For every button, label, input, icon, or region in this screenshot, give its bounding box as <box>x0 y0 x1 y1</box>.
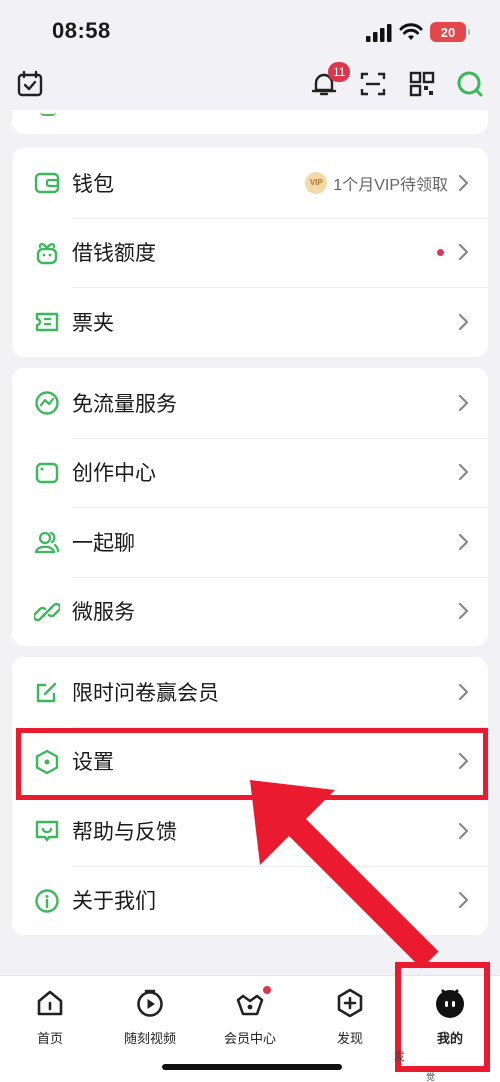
cellular-signal-icon <box>366 24 392 42</box>
menu-item-label: 创作中心 <box>72 462 156 486</box>
tab-label: 随刻视频 <box>123 1031 176 1046</box>
status-bar: 08:58 20 <box>0 0 500 62</box>
menu-item-label: 限时问卷赢会员 <box>72 681 219 705</box>
checkin-calendar-icon[interactable] <box>16 70 44 98</box>
tab-home[interactable]: 首页 <box>0 986 100 1047</box>
help-feedback-icon <box>35 820 59 842</box>
chevron-right-icon <box>458 533 469 550</box>
scan-icon[interactable] <box>359 70 387 98</box>
annotation-arrow-icon <box>250 780 439 969</box>
menu-item-survey[interactable]: 限时问卷赢会员 <box>12 657 488 727</box>
menu-item-data-free[interactable]: 免流量服务 <box>12 368 488 438</box>
video-icon <box>133 986 167 1020</box>
unread-dot <box>437 248 444 256</box>
menu-item-wallet[interactable]: 钱包 VIP 1个月VIP待领取 <box>12 148 488 218</box>
vip-crown-icon <box>233 986 271 1020</box>
search-icon[interactable] <box>456 70 484 98</box>
status-time: 08:58 <box>52 18 111 43</box>
menu-item-label: 借钱额度 <box>72 242 156 266</box>
notification-count-badge: 11 <box>328 62 351 82</box>
data-free-icon <box>35 391 59 415</box>
tab-label: 首页 <box>36 1031 63 1046</box>
menu-item-label: 免流量服务 <box>72 392 177 416</box>
wifi-icon <box>399 23 423 40</box>
survey-icon <box>36 682 57 703</box>
menu-item-label: 帮助与反馈 <box>72 820 177 844</box>
profile-header-toolbar: 11 <box>0 62 500 110</box>
chevron-right-icon <box>458 464 469 481</box>
menu-item-label: 票夹 <box>72 311 114 335</box>
tab-video[interactable]: 随刻视频 <box>100 986 200 1047</box>
home-indicator[interactable] <box>162 1064 342 1070</box>
tab-discover[interactable]: 发现 <box>300 986 400 1047</box>
stray-text: 觉 <box>426 1072 436 1082</box>
creation-icon <box>35 462 59 483</box>
tab-label: 会员中心 <box>223 1031 276 1046</box>
menu-item-label: 钱包 <box>72 172 114 196</box>
micro-service-icon <box>34 602 60 621</box>
chat-together-icon <box>34 531 60 554</box>
info-icon <box>35 888 59 913</box>
tab-unread-dot <box>263 986 271 994</box>
previous-section-card <box>12 110 488 134</box>
chevron-right-icon <box>458 822 469 839</box>
menu-item-loan[interactable]: 借钱额度 <box>12 217 488 288</box>
discover-icon <box>333 986 367 1020</box>
chevron-right-icon <box>458 892 469 909</box>
tab-vip-center[interactable]: 会员中心 <box>200 986 300 1047</box>
finance-card: 钱包 VIP 1个月VIP待领取 借钱额度 票夹 <box>12 148 488 357</box>
chevron-right-icon <box>458 603 469 620</box>
menu-item-micro-service[interactable]: 微服务 <box>12 576 488 647</box>
menu-item-creation-center[interactable]: 创作中心 <box>12 437 488 508</box>
menu-item-chat-together[interactable]: 一起聊 <box>12 507 488 577</box>
loan-icon <box>36 242 58 264</box>
chevron-right-icon <box>458 394 469 411</box>
wallet-icon <box>34 172 60 194</box>
home-icon <box>33 986 67 1020</box>
chevron-right-icon <box>458 683 469 700</box>
wallet-promo-text: 1个月VIP待领取 <box>333 176 448 194</box>
menu-item-label: 微服务 <box>72 601 135 625</box>
ticket-icon <box>35 312 59 332</box>
services-card: 免流量服务 创作中心 一起聊 微服务 <box>12 368 488 646</box>
menu-item-ticket[interactable]: 票夹 <box>12 287 488 357</box>
chevron-right-icon <box>458 174 469 191</box>
stray-text: 发 <box>394 1051 405 1063</box>
mine-tab-highlight-box <box>395 962 490 1072</box>
menu-item-label: 关于我们 <box>72 890 156 914</box>
chevron-right-icon <box>458 244 469 261</box>
menu-item-label: 一起聊 <box>72 531 135 555</box>
wallet-promo: VIP 1个月VIP待领取 <box>305 171 448 195</box>
qr-code-icon[interactable] <box>408 70 436 98</box>
chevron-right-icon <box>458 313 469 330</box>
battery-indicator: 20 <box>430 22 470 42</box>
vip-badge-icon: VIP <box>305 171 328 194</box>
tab-label: 发现 <box>336 1031 363 1046</box>
